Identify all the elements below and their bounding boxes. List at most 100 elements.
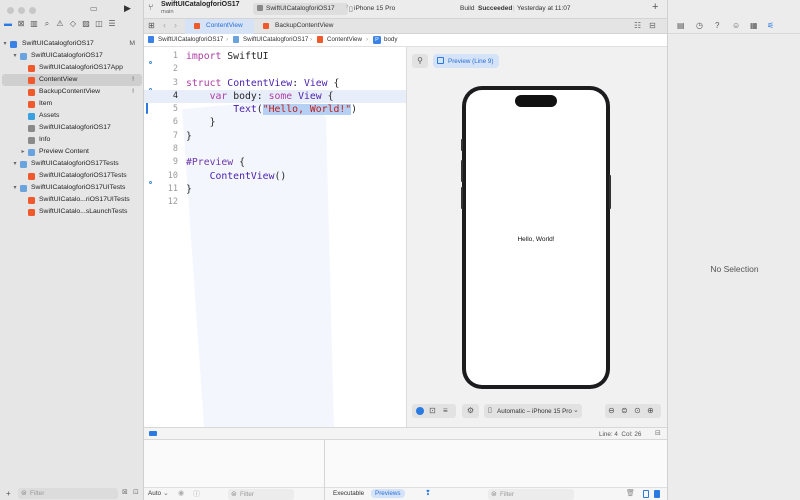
info-icon[interactable]: ⓘ bbox=[193, 489, 200, 499]
tree-item-group[interactable]: ▾ SwiftUICatalogforiOS17UITests bbox=[0, 182, 144, 194]
iphone-screen[interactable]: Hello, World! bbox=[466, 90, 606, 385]
dynamic-island bbox=[515, 95, 557, 107]
project-navigator-icon[interactable]: ▬ bbox=[3, 19, 13, 29]
close-window-button[interactable] bbox=[7, 7, 14, 14]
tree-item-label: SwiftUICatalogforiOS17Tests bbox=[39, 172, 127, 179]
editor-options-icon[interactable]: ☷ bbox=[634, 21, 641, 30]
iphone-frame: Hello, World! bbox=[462, 86, 610, 389]
tab-previews[interactable]: Previews bbox=[371, 489, 405, 498]
grid-icon[interactable]: ⊞ bbox=[148, 21, 155, 30]
debug-area-toggle-icon[interactable] bbox=[149, 431, 157, 436]
forward-arrow-icon[interactable]: › bbox=[174, 20, 177, 30]
debug-navigator-icon[interactable]: ▨ bbox=[81, 19, 91, 29]
run-button[interactable]: ▶ bbox=[124, 3, 134, 14]
line-number: 6 bbox=[172, 117, 178, 128]
sidebar-toggle-icon[interactable]: ▭ bbox=[90, 4, 102, 15]
variables-scope-label[interactable]: Auto bbox=[148, 490, 161, 497]
chevron-down-icon[interactable]: ▾ bbox=[12, 182, 18, 194]
symbol-navigator-icon[interactable]: ▥ bbox=[29, 19, 39, 29]
build-status: Build Succeeded | Yesterday at 11:07 bbox=[456, 3, 616, 15]
eye-icon[interactable]: ◉ bbox=[178, 489, 184, 497]
add-file-icon[interactable]: + bbox=[6, 489, 11, 498]
tree-item-file-selected[interactable]: ContentView ! bbox=[2, 74, 142, 86]
destination-selector[interactable]: ▯ iPhone 15 Pro bbox=[349, 3, 399, 15]
tree-item-file[interactable]: SwiftUICatalogforiOS17App bbox=[0, 62, 144, 74]
selectable-mode-icon[interactable]: ⊡ bbox=[429, 406, 436, 415]
find-navigator-icon[interactable]: ⌕ bbox=[42, 19, 52, 29]
report-navigator-icon[interactable]: ☰ bbox=[107, 19, 117, 29]
back-arrow-icon[interactable]: ‹ bbox=[163, 20, 166, 30]
code-editor[interactable]: 1 import SwiftUI 2 3 struct ContentView: V… bbox=[144, 47, 406, 427]
folder-icon bbox=[20, 184, 27, 192]
tab-backupcontentview[interactable]: BackupContentView bbox=[254, 19, 339, 34]
zoom-controls: ⊖ ⊜ ⊙ ⊕ bbox=[605, 404, 661, 418]
zoom-fit-icon[interactable]: ⊙ bbox=[634, 406, 641, 415]
zoom-window-button[interactable] bbox=[29, 7, 36, 14]
chevron-down-icon[interactable]: ▾ bbox=[2, 38, 8, 50]
show-console-view-icon[interactable] bbox=[654, 490, 660, 498]
variants-icon[interactable]: ≡ bbox=[443, 406, 448, 415]
code-line: 12 bbox=[144, 196, 406, 209]
jump-item-group[interactable]: SwiftUICatalogforiOS17 bbox=[243, 36, 308, 43]
tree-item-file[interactable]: SwiftUICatalogforiOS17Tests bbox=[0, 170, 144, 182]
pin-preview-button[interactable]: ⚲ bbox=[412, 54, 428, 68]
show-variables-view-icon[interactable] bbox=[643, 490, 649, 498]
code-text: Text("Hello, World!") bbox=[233, 104, 358, 116]
test-navigator-icon[interactable]: ◇ bbox=[68, 19, 78, 29]
tree-item-file[interactable]: Assets bbox=[0, 110, 144, 122]
swift-file-icon bbox=[28, 76, 35, 84]
tree-item-file[interactable]: SwiftUICatalo...riOS17UITests bbox=[0, 194, 144, 206]
jump-item-project[interactable]: SwiftUICatalogforiOS17 bbox=[158, 36, 223, 43]
console-source-icon[interactable]: ❢ bbox=[425, 489, 431, 497]
tree-item-file[interactable]: SwiftUICatalo...sLaunchTests bbox=[0, 206, 144, 218]
device-settings-button[interactable]: ⚙ bbox=[462, 404, 479, 418]
tree-item-project[interactable]: ▾ SwiftUICatalogforiOS17 M bbox=[0, 38, 144, 50]
minimap-toggle-icon[interactable]: ⊟ bbox=[655, 429, 661, 437]
tab-contentview[interactable]: ContentView bbox=[185, 19, 254, 34]
zoom-in-icon[interactable]: ⊕ bbox=[647, 406, 654, 415]
scheme-selector[interactable]: SwiftUICatalogforiOS17 bbox=[253, 3, 348, 15]
accessibility-inspector-icon[interactable]: ☺ bbox=[732, 21, 740, 30]
sidebar-filter-input[interactable]: ⊜ Filter bbox=[18, 488, 118, 499]
chevron-down-icon[interactable]: ▾ bbox=[12, 50, 18, 62]
zoom-actual-icon[interactable]: ⊜ bbox=[621, 406, 628, 415]
scm-filter-icon[interactable]: ⊡ bbox=[133, 488, 139, 496]
preview-label-button[interactable]: Preview (Line 9) bbox=[433, 54, 499, 68]
tree-item-group[interactable]: ▾ SwiftUICatalogforiOS17 bbox=[0, 50, 144, 62]
chevron-down-icon[interactable]: ▾ bbox=[12, 158, 18, 170]
source-control-icon[interactable]: ⊠ bbox=[16, 19, 26, 29]
zoom-out-icon[interactable]: ⊖ bbox=[608, 406, 615, 415]
warning-badge: ! bbox=[132, 88, 134, 95]
device-selector[interactable]: ▯ Automatic – iPhone 15 Pro ⌄ bbox=[484, 404, 582, 418]
chevron-right-icon[interactable]: ▸ bbox=[20, 146, 26, 158]
split-editor-icon[interactable]: ⊟ bbox=[649, 21, 656, 30]
live-mode-icon[interactable] bbox=[416, 407, 424, 415]
preview-hello-text: Hello, World! bbox=[517, 236, 555, 243]
console-filter-input[interactable]: ⊜ Filter bbox=[488, 489, 574, 500]
issue-navigator-icon[interactable]: ⚠ bbox=[55, 19, 65, 29]
chevron-down-icon[interactable]: ⌄ bbox=[163, 489, 169, 497]
identity-inspector-icon[interactable]: ▦ bbox=[750, 21, 758, 30]
trash-icon[interactable]: 🗑 bbox=[626, 489, 635, 497]
tree-item-file[interactable]: Info bbox=[0, 134, 144, 146]
minimize-window-button[interactable] bbox=[18, 7, 25, 14]
jump-item-file[interactable]: ContentView bbox=[327, 36, 362, 43]
tree-item-file[interactable]: SwiftUICatalogforiOS17 bbox=[0, 122, 144, 134]
history-inspector-icon[interactable]: ◷ bbox=[696, 21, 703, 30]
quick-help-icon[interactable]: ? bbox=[715, 21, 719, 30]
file-inspector-icon[interactable]: ▤ bbox=[677, 21, 685, 30]
tree-item-file[interactable]: Item bbox=[0, 98, 144, 110]
variables-filter-input[interactable]: ⊜ Filter bbox=[228, 489, 294, 500]
tab-executable[interactable]: Executable bbox=[333, 490, 364, 497]
breakpoint-navigator-icon[interactable]: ◫ bbox=[94, 19, 104, 29]
tree-item-group[interactable]: ▾ SwiftUICatalogforiOS17Tests bbox=[0, 158, 144, 170]
code-text: #Preview { bbox=[186, 157, 245, 169]
attributes-inspector-icon[interactable]: ⚟ bbox=[767, 21, 774, 30]
tree-item-file[interactable]: BackupContentView ! bbox=[0, 86, 144, 98]
recent-files-icon[interactable]: ⊠ bbox=[122, 488, 128, 496]
scheme-icon bbox=[257, 5, 263, 11]
add-button[interactable]: + bbox=[652, 1, 658, 13]
tree-item-group[interactable]: ▸ Preview Content bbox=[0, 146, 144, 158]
swift-file-icon bbox=[194, 23, 200, 29]
jump-item-symbol[interactable]: body bbox=[384, 36, 397, 43]
